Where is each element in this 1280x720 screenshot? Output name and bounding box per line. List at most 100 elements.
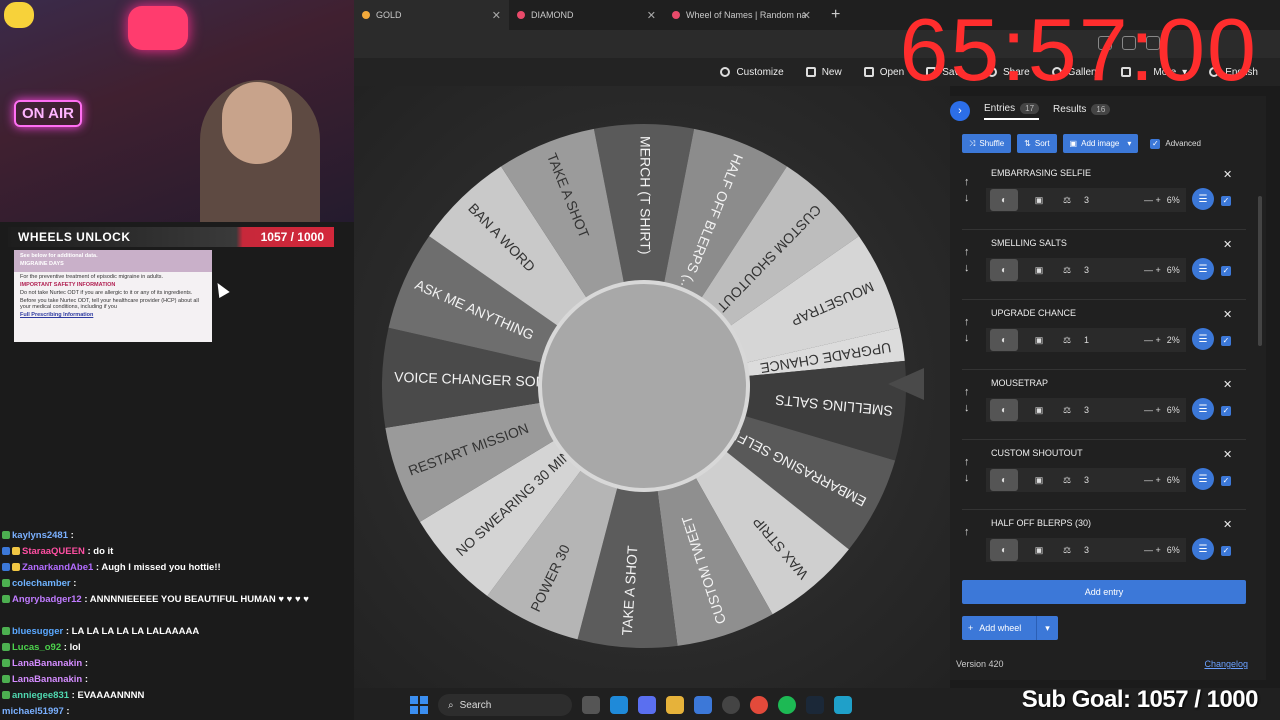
reorder-arrows[interactable]: ↑ ↓ — [964, 454, 970, 486]
collapse-panel-icon[interactable]: › — [950, 101, 970, 121]
file-explorer-icon[interactable] — [666, 696, 684, 714]
entry-name[interactable]: EMBARRASING SELFIE — [991, 168, 1091, 178]
close-tab-icon[interactable]: ✕ — [802, 9, 811, 22]
image-icon[interactable]: ▣ — [1028, 265, 1050, 276]
weight-value[interactable]: 3 — [1084, 265, 1114, 275]
chat-username[interactable]: michael51997 — [2, 706, 64, 717]
entry-settings-icon[interactable]: ☰ — [1192, 188, 1214, 210]
entry-checkbox[interactable]: ✓ — [1221, 476, 1231, 486]
entry-name[interactable]: UPGRADE CHANCE — [991, 308, 1076, 318]
entry-checkbox[interactable]: ✓ — [1221, 546, 1231, 556]
palette-icon[interactable]: ◐ — [990, 259, 1018, 281]
chevron-down-icon[interactable]: ▾ — [1036, 616, 1058, 640]
reorder-arrows[interactable]: ↑ ↓ — [964, 244, 970, 276]
image-icon[interactable]: ▣ — [1028, 475, 1050, 486]
chat-username[interactable]: bluesugger — [12, 626, 63, 637]
chat-username[interactable]: Lucas_o92 — [12, 642, 61, 653]
image-icon[interactable]: ▣ — [1028, 335, 1050, 346]
ad-prescribing-link[interactable]: Full Prescribing Information — [20, 312, 206, 318]
close-icon[interactable]: ✕ — [1223, 238, 1232, 251]
reorder-arrows[interactable]: ↑ ↓ — [964, 384, 970, 416]
tab-entries[interactable]: Entries 17 — [984, 102, 1040, 120]
spotify-icon[interactable] — [778, 696, 796, 714]
chat-username[interactable]: Angrybadger12 — [12, 594, 82, 605]
start-windows-icon[interactable] — [410, 696, 428, 714]
weight-stepper[interactable]: — + — [1144, 405, 1161, 415]
entry-checkbox[interactable]: ✓ — [1221, 196, 1231, 206]
chat-username[interactable]: colechamber — [12, 578, 71, 589]
entry-settings-icon[interactable]: ☰ — [1192, 328, 1214, 350]
open-button[interactable]: Open — [863, 67, 904, 78]
browser-tab-diamond[interactable]: DIAMOND ✕ — [509, 0, 664, 30]
image-icon[interactable]: ▣ — [1028, 405, 1050, 416]
weight-stepper[interactable]: — + — [1144, 335, 1161, 345]
customize-button[interactable]: Customize — [720, 67, 784, 78]
reorder-arrows[interactable]: ↑ ↓ — [964, 314, 970, 346]
weight-stepper[interactable]: — + — [1144, 265, 1161, 275]
reorder-arrows[interactable]: ↑ — [964, 524, 970, 540]
entries-scrollbar[interactable] — [1258, 196, 1262, 346]
image-icon[interactable]: ▣ — [1028, 545, 1050, 556]
chat-username[interactable]: StaraaQUEEN — [22, 546, 85, 557]
edge-active-icon[interactable] — [834, 696, 852, 714]
close-icon[interactable]: ✕ — [1223, 308, 1232, 321]
steam-icon[interactable] — [806, 696, 824, 714]
weight-stepper[interactable]: — + — [1144, 545, 1161, 555]
add-wheel-button[interactable]: + Add wheel ▾ — [962, 616, 1058, 640]
ad-panel[interactable]: See below for additional data. MIGRAINE … — [14, 250, 212, 342]
add-image-button[interactable]: ▣ Add image ▾ — [1062, 134, 1139, 153]
add-entry-button[interactable]: Add entry — [962, 580, 1246, 604]
entry-settings-icon[interactable]: ☰ — [1192, 258, 1214, 280]
copilot-icon[interactable] — [638, 696, 656, 714]
store-icon[interactable] — [694, 696, 712, 714]
advanced-toggle[interactable]: ✓ Advanced — [1150, 138, 1201, 149]
entry-name[interactable]: MOUSETRAP — [991, 378, 1048, 388]
entry-settings-icon[interactable]: ☰ — [1192, 398, 1214, 420]
weight-value[interactable]: 3 — [1084, 545, 1114, 555]
chat-username[interactable]: LanaBananakin — [12, 674, 82, 685]
edge-icon[interactable] — [610, 696, 628, 714]
close-tab-icon[interactable]: ✕ — [647, 9, 656, 22]
browser-tab-wheel[interactable]: Wheel of Names | Random name ✕ — [664, 0, 819, 30]
palette-icon[interactable]: ◐ — [990, 539, 1018, 561]
obs-icon[interactable] — [722, 696, 740, 714]
browser-tab-gold[interactable]: GOLD ✕ — [354, 0, 509, 30]
chat-username[interactable]: LanaBananakin — [12, 658, 82, 669]
new-tab-button[interactable]: + — [831, 6, 840, 24]
chrome-icon[interactable] — [750, 696, 768, 714]
entry-checkbox[interactable]: ✓ — [1221, 266, 1231, 276]
entry-name[interactable]: HALF OFF BLERPS (30) — [991, 518, 1091, 528]
chat-username[interactable]: ZanarkandAbe1 — [22, 562, 93, 573]
wheel-center-hub[interactable] — [538, 280, 750, 492]
weight-value[interactable]: 3 — [1084, 405, 1114, 415]
task-view-icon[interactable] — [582, 696, 600, 714]
wheel[interactable]: MERCH (T SHIRT) HALF OFF BLERPS (...CUSTO… — [374, 116, 914, 656]
reorder-arrows[interactable]: ↑ ↓ — [964, 174, 970, 206]
entry-name[interactable]: CUSTOM SHOUTOUT — [991, 448, 1083, 458]
palette-icon[interactable]: ◐ — [990, 469, 1018, 491]
chat-username[interactable]: anniegee831 — [12, 690, 69, 701]
chat-username[interactable]: kaylyns2481 — [12, 530, 68, 541]
close-icon[interactable]: ✕ — [1223, 378, 1232, 391]
close-tab-icon[interactable]: ✕ — [492, 9, 501, 22]
weight-stepper[interactable]: — + — [1144, 195, 1161, 205]
entry-checkbox[interactable]: ✓ — [1221, 406, 1231, 416]
new-button[interactable]: New — [805, 67, 842, 78]
entry-settings-icon[interactable]: ☰ — [1192, 468, 1214, 490]
entry-name[interactable]: SMELLING SALTS — [991, 238, 1067, 248]
taskbar-search[interactable]: ⌕ Search — [438, 694, 572, 716]
weight-stepper[interactable]: — + — [1144, 475, 1161, 485]
entry-checkbox[interactable]: ✓ — [1221, 336, 1231, 346]
weight-value[interactable]: 1 — [1084, 335, 1114, 345]
palette-icon[interactable]: ◐ — [990, 329, 1018, 351]
palette-icon[interactable]: ◐ — [990, 399, 1018, 421]
close-icon[interactable]: ✕ — [1223, 518, 1232, 531]
weight-value[interactable]: 3 — [1084, 195, 1114, 205]
palette-icon[interactable]: ◐ — [990, 189, 1018, 211]
close-icon[interactable]: ✕ — [1223, 448, 1232, 461]
weight-value[interactable]: 3 — [1084, 475, 1114, 485]
close-icon[interactable]: ✕ — [1223, 168, 1232, 181]
shuffle-button[interactable]: ⤨ Shuffle — [962, 134, 1012, 153]
image-icon[interactable]: ▣ — [1028, 195, 1050, 206]
tab-results[interactable]: Results 16 — [1053, 103, 1111, 119]
